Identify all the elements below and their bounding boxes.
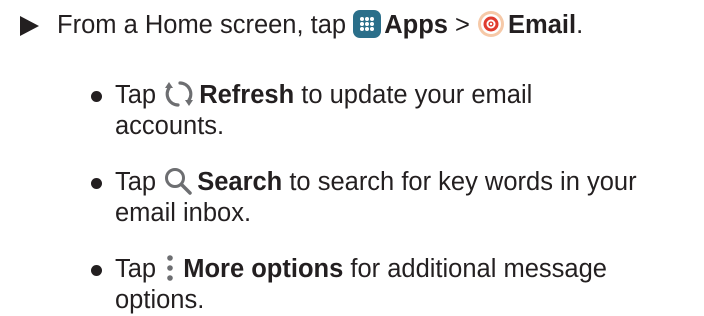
refresh-label: Refresh <box>199 81 295 109</box>
more-options-label: More options <box>183 255 344 283</box>
bullet-search-line2: email inbox. <box>115 199 252 227</box>
refresh-icon <box>163 79 195 109</box>
step-instruction: From a Home screen, tap Apps > Email. <box>57 10 583 41</box>
search-label: Search <box>197 168 283 196</box>
bullet-text: to search for key words in your <box>282 168 637 196</box>
bullet-text: for additional message <box>343 255 607 283</box>
bullet-dot <box>91 265 102 276</box>
bullet-refresh-line2: accounts. <box>115 112 225 140</box>
apps-icon <box>353 10 382 39</box>
bullet-search-line1: Tap Search to search for key words in yo… <box>115 167 637 198</box>
step-period: . <box>576 11 584 39</box>
bullet-text: to update your email <box>294 81 533 109</box>
bullet-more-options-line2: options. <box>115 286 205 314</box>
bullet-prefix: Tap <box>115 255 164 283</box>
bullet-more-options-line1: Tap More options for additional message <box>115 254 607 285</box>
step-text: From a Home screen, tap <box>57 11 354 39</box>
search-icon <box>163 166 193 196</box>
bullet-prefix: Tap <box>115 168 164 196</box>
bullet-prefix: Tap <box>115 81 164 109</box>
more-options-icon <box>163 253 177 283</box>
email-label: Email <box>508 11 577 39</box>
bullet-dot <box>91 178 102 189</box>
bullet-dot <box>91 91 102 102</box>
step-arrow-icon <box>20 16 39 36</box>
bullet-refresh-line1: Tap Refresh to update your email <box>115 80 532 111</box>
apps-label: Apps <box>384 11 448 39</box>
email-app-icon <box>477 10 505 38</box>
separator: > <box>447 11 478 39</box>
